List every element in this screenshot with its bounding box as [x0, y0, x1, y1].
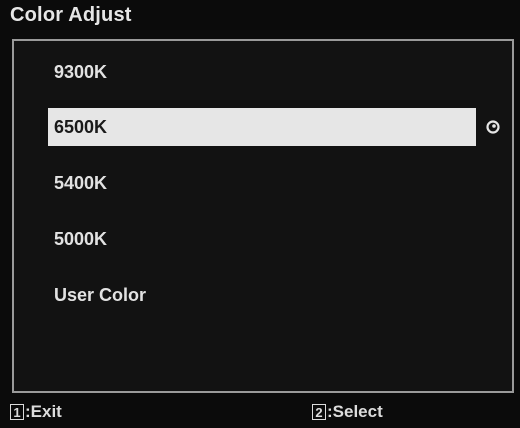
- osd-footer: 1 :Exit 2 :Select: [0, 396, 520, 428]
- menu-item-5000k[interactable]: 5000K: [48, 220, 476, 258]
- osd-window: Color Adjust 9300K 6500K 5400K 5000K Use…: [0, 0, 520, 428]
- select-label: :Select: [327, 402, 383, 421]
- menu-item-9300k[interactable]: 9300K: [48, 53, 476, 91]
- menu-item-user-color[interactable]: User Color: [48, 276, 476, 314]
- exit-label: :Exit: [25, 402, 62, 421]
- menu-frame: 9300K 6500K 5400K 5000K User Color: [12, 39, 514, 393]
- menu-item-5400k[interactable]: 5400K: [48, 164, 476, 202]
- exit-hint[interactable]: 1 :Exit: [10, 402, 62, 422]
- menu-item-6500k[interactable]: 6500K: [48, 108, 476, 146]
- current-setting-icon: [486, 120, 500, 134]
- key-2-icon: 2: [312, 404, 326, 420]
- key-1-icon: 1: [10, 404, 24, 420]
- menu-title: Color Adjust: [10, 4, 132, 26]
- select-hint[interactable]: 2 :Select: [312, 402, 383, 422]
